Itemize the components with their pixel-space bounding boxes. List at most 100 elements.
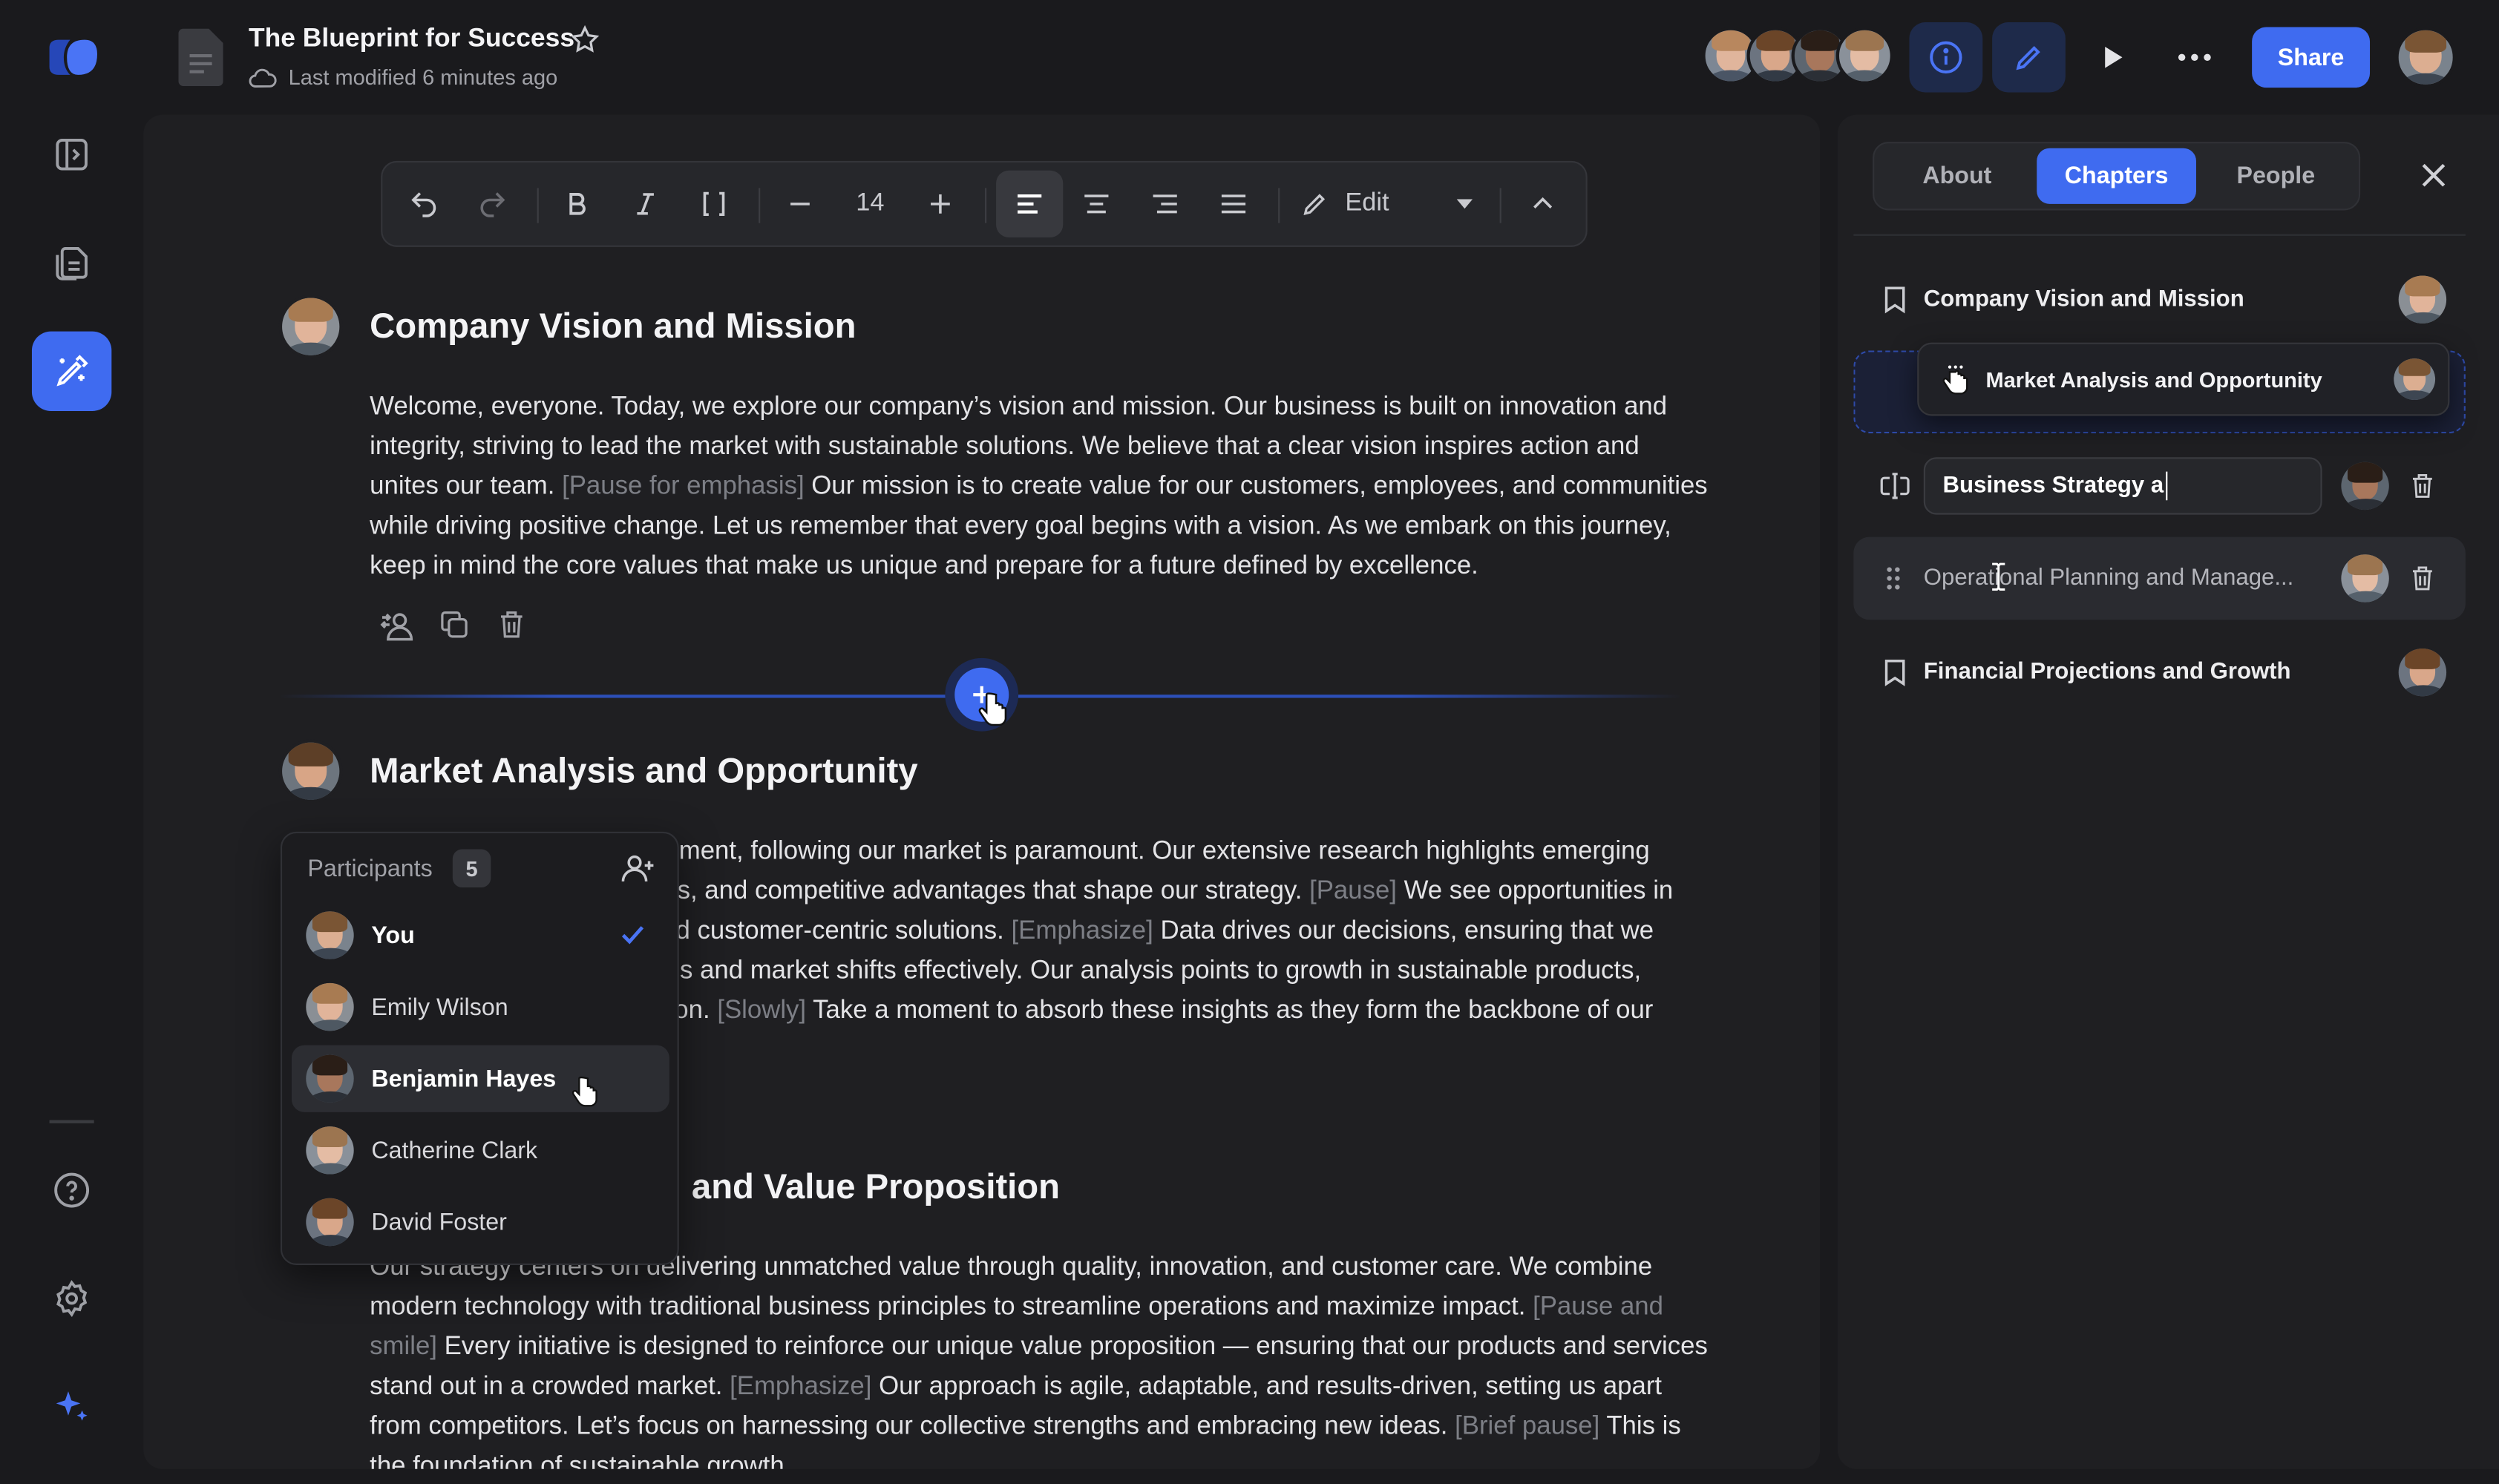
toolbar-divider <box>1278 188 1280 223</box>
pointer-cursor-icon <box>977 692 1009 726</box>
more-options-icon[interactable] <box>2158 22 2231 92</box>
collapse-toolbar-button[interactable] <box>1511 162 1575 246</box>
avatar <box>2398 648 2447 697</box>
align-left-button[interactable] <box>996 170 1064 237</box>
chapter-item-editing[interactable]: Business Strategy a <box>1853 444 2466 528</box>
participants-label: Participants <box>307 856 433 883</box>
info-button[interactable] <box>1909 22 1983 93</box>
brackets-button[interactable] <box>682 162 746 246</box>
participant-option-benjamin-hayes[interactable]: Benjamin Hayes <box>291 1045 669 1112</box>
speaker-avatar[interactable] <box>278 739 343 804</box>
play-button[interactable] <box>2075 22 2149 92</box>
collaborator-avatars[interactable] <box>1702 27 1893 88</box>
section-title[interactable]: Market Analysis and Opportunity <box>370 750 918 792</box>
participant-option-you[interactable]: You <box>292 902 669 968</box>
undo-button[interactable] <box>392 162 456 246</box>
body-line: s, and competitive advantages that shape… <box>678 872 1715 912</box>
avatar <box>1835 27 1893 85</box>
favorite-star-icon[interactable] <box>569 24 601 56</box>
font-size-value[interactable]: 14 <box>838 162 902 246</box>
align-right-button[interactable] <box>1133 162 1197 246</box>
chapter-title-input[interactable]: Business Strategy a <box>1923 457 2322 515</box>
chapter-item[interactable]: Financial Projections and Growth <box>1853 631 2466 714</box>
add-participant-icon[interactable] <box>620 853 655 884</box>
ai-sparkle-button[interactable] <box>32 1367 111 1446</box>
duplicate-icon[interactable] <box>439 608 471 640</box>
increase-font-button[interactable] <box>908 162 972 246</box>
body-text: modern technology with traditional busin… <box>370 1292 1533 1322</box>
grab-hand-icon <box>1942 365 1968 395</box>
chapter-title: Operational Planning and Manage... <box>1923 565 2294 591</box>
delivery-cue: [Brief pause] <box>1455 1411 1600 1441</box>
delivery-cue: [Emphasize] <box>730 1371 872 1401</box>
avatar <box>306 1198 354 1247</box>
edit-mode-dropdown[interactable]: Edit <box>1300 162 1476 246</box>
delivery-cue: [Emphasize] <box>1011 916 1153 945</box>
bold-button[interactable] <box>545 162 609 246</box>
participant-name: You <box>371 922 415 949</box>
settings-button[interactable] <box>32 1258 111 1338</box>
delete-icon[interactable] <box>496 608 528 640</box>
participant-name: David Foster <box>371 1208 507 1236</box>
speaker-avatar[interactable] <box>278 295 343 359</box>
sidebar-divider <box>49 1120 94 1123</box>
delete-icon[interactable] <box>2408 470 2437 502</box>
section-body[interactable]: Welcome, everyone. Today, we explore our… <box>370 387 1709 586</box>
tab-people[interactable]: People <box>2199 148 2352 204</box>
participants-count-badge: 5 <box>452 849 491 888</box>
section-body[interactable]: modern technology with traditional busin… <box>370 1287 1709 1468</box>
italic-button[interactable] <box>614 162 678 246</box>
user-avatar[interactable] <box>2395 27 2456 88</box>
delete-icon[interactable] <box>2408 562 2437 594</box>
redo-button[interactable] <box>461 162 525 246</box>
chapter-title-value: Business Strategy a <box>1942 473 2164 499</box>
decrease-font-button[interactable] <box>768 162 832 246</box>
check-icon <box>621 926 644 945</box>
toolbar-divider <box>1499 188 1501 223</box>
delivery-cue: [Slowly] <box>717 996 807 1025</box>
participant-option-david-foster[interactable]: David Foster <box>292 1189 669 1255</box>
panel-tabs: About Chapters People <box>1873 142 2361 211</box>
tab-chapters[interactable]: Chapters <box>2037 148 2196 204</box>
align-justify-button[interactable] <box>1202 162 1265 246</box>
edit-mode-label: Edit <box>1345 189 1389 217</box>
panel-divider <box>1853 234 2466 236</box>
section-body[interactable]: ment, following our market is paramount.… <box>674 832 1715 1031</box>
body-text: on. <box>674 996 718 1025</box>
document-title[interactable]: The Blueprint for Success <box>249 24 574 54</box>
section-title[interactable]: and Value Proposition <box>692 1166 1060 1208</box>
pointer-cursor-icon <box>571 1075 600 1107</box>
left-sidebar <box>0 0 144 1484</box>
edit-mode-button[interactable] <box>1992 22 2066 93</box>
chapter-item[interactable]: Operational Planning and Manage... <box>1853 536 2466 620</box>
participants-dropdown: Participants 5 You Emily Wilson Benjamin… <box>280 831 679 1265</box>
participant-name: Benjamin Hayes <box>371 1065 557 1092</box>
close-icon[interactable] <box>2416 158 2451 193</box>
avatar <box>2341 462 2389 510</box>
body-line: d customer-centric solutions. [Emphasize… <box>675 911 1714 951</box>
body-text: Take a moment to absorb these insights a… <box>806 996 1654 1025</box>
toolbar-divider <box>759 188 761 223</box>
share-button[interactable]: Share <box>2252 27 2371 88</box>
toolbar-divider <box>537 188 539 223</box>
align-center-button[interactable] <box>1064 162 1128 246</box>
drag-handle-icon[interactable] <box>1885 565 1901 591</box>
toolbar-divider <box>985 188 987 223</box>
avatar <box>306 1126 354 1175</box>
assign-speaker-icon[interactable] <box>379 608 414 643</box>
participant-option-catherine-clark[interactable]: Catherine Clark <box>292 1117 669 1183</box>
app-logo[interactable] <box>45 35 102 79</box>
section-title[interactable]: Company Vision and Mission <box>370 306 856 347</box>
participant-option-emily-wilson[interactable]: Emily Wilson <box>292 974 669 1040</box>
chapter-title: Company Vision and Mission <box>1923 286 2244 312</box>
chapter-item[interactable]: Company Vision and Mission <box>1853 258 2466 341</box>
chapter-item-dragging[interactable]: Market Analysis and Opportunity <box>1917 342 2450 416</box>
editor-button[interactable] <box>31 331 112 412</box>
help-button[interactable] <box>32 1150 111 1229</box>
i-beam-cursor-icon <box>1991 562 2006 591</box>
last-modified-text: Last modified 6 minutes ago <box>288 65 558 90</box>
cloud-icon <box>249 65 278 91</box>
tab-about[interactable]: About <box>1881 148 2034 204</box>
documents-button[interactable] <box>32 223 111 303</box>
toggle-panel-button[interactable] <box>32 115 111 194</box>
